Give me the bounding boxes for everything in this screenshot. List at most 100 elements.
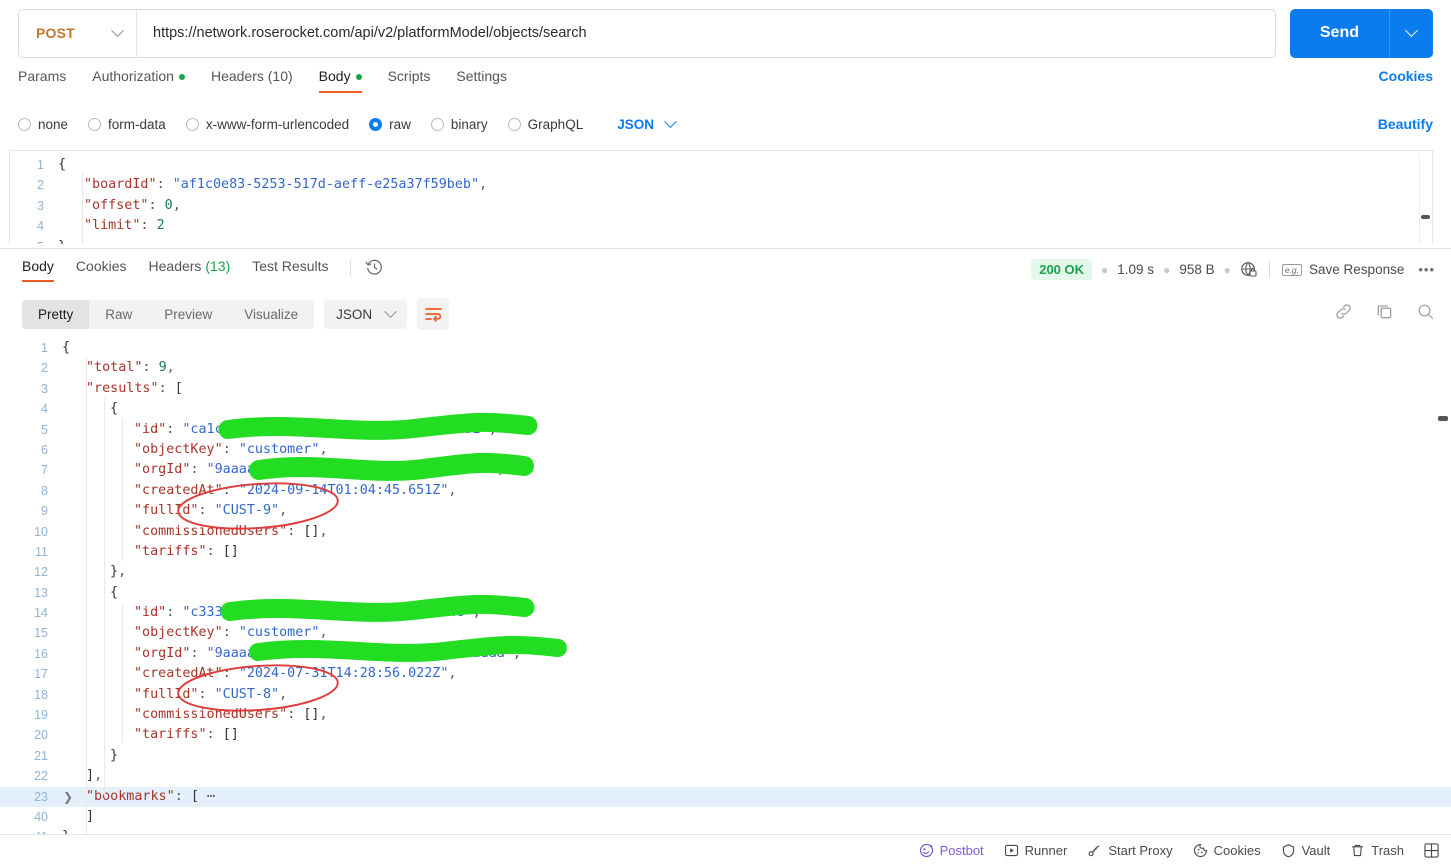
- request-tab-headers[interactable]: Headers (10): [211, 68, 293, 93]
- http-method-dropdown[interactable]: POST: [19, 9, 137, 57]
- code-line[interactable]: 16 "orgId": "9aaaaaaa-aaaa-aaaa-aaaa-aaaa…: [0, 644, 1451, 664]
- radio-icon[interactable]: [18, 117, 31, 131]
- response-tab-test-results[interactable]: Test Results: [252, 258, 328, 282]
- radio-icon[interactable]: [369, 117, 383, 131]
- view-mode-raw[interactable]: Raw: [89, 300, 148, 329]
- code-token: "9aaaaaaa-aaaa-aaaa-aaaa-aaaaaaa7d7": [206, 462, 497, 478]
- code-token: ,: [279, 686, 288, 702]
- response-tab-body[interactable]: Body: [22, 258, 54, 282]
- search-icon[interactable]: [1416, 302, 1435, 324]
- code-line[interactable]: 4{: [0, 399, 1451, 419]
- scrollbar-thumb[interactable]: [1421, 215, 1430, 219]
- code-line[interactable]: 17 "createdAt": "2024-07-31T14:28:56.022Z…: [0, 664, 1451, 684]
- response-tab-cookies[interactable]: Cookies: [76, 258, 127, 282]
- body-type-graphql[interactable]: GraphQL: [507, 117, 583, 132]
- response-body-code[interactable]: 1{2 "total": 9, 3 "results": [4{5 "id": "ca1…: [0, 338, 1451, 834]
- code-line[interactable]: 5}: [10, 237, 1432, 244]
- send-button[interactable]: Send: [1289, 8, 1389, 58]
- code-text: "fullId": "CUST-9",: [62, 501, 287, 521]
- code-token: ,: [319, 625, 328, 641]
- bottom-bar-runner[interactable]: Runner: [1004, 843, 1067, 858]
- request-tab-settings[interactable]: Settings: [456, 68, 507, 93]
- body-type-none[interactable]: none: [18, 117, 68, 132]
- response-scrollbar[interactable]: [1438, 388, 1448, 828]
- radio-icon[interactable]: [185, 117, 199, 131]
- code-line[interactable]: 18 "fullId": "CUST-8",: [0, 685, 1451, 705]
- code-line[interactable]: 1{: [0, 338, 1451, 358]
- body-type-binary[interactable]: binary: [430, 117, 488, 132]
- radio-icon[interactable]: [507, 117, 521, 131]
- link-icon[interactable]: [1334, 302, 1353, 324]
- code-line[interactable]: 5 "id": "ca1c412f-61ac-5c80-a933-89a283af…: [0, 420, 1451, 440]
- body-type-x-www-form-urlencoded[interactable]: x-www-form-urlencoded: [185, 117, 349, 132]
- code-line[interactable]: 3 "results": [: [0, 379, 1451, 399]
- code-line[interactable]: 11 "tariffs": []: [0, 542, 1451, 562]
- request-body-format-dropdown[interactable]: JSON: [617, 114, 677, 132]
- code-line[interactable]: 21}: [0, 746, 1451, 766]
- code-token: ,: [496, 462, 505, 478]
- radio-icon[interactable]: [88, 117, 102, 131]
- scrollbar-thumb[interactable]: [1438, 416, 1448, 421]
- view-mode-visualize[interactable]: Visualize: [228, 300, 314, 329]
- fold-chevron-icon[interactable]: ❯: [63, 790, 73, 804]
- code-token: {: [62, 340, 71, 355]
- view-mode-segmented-control: Pretty Raw Preview Visualize: [22, 299, 315, 329]
- view-mode-pretty[interactable]: Pretty: [22, 299, 90, 329]
- layout-grid-icon[interactable]: [1424, 843, 1439, 858]
- code-line[interactable]: 1{: [10, 155, 1432, 175]
- secure-globe-icon[interactable]: [1240, 261, 1257, 278]
- code-token: :: [287, 523, 304, 539]
- code-line[interactable]: 15 "objectKey": "customer",: [0, 623, 1451, 643]
- wrap-line-button[interactable]: [417, 298, 450, 330]
- code-line[interactable]: 2 "boardId": "af1c0e83-5253-517d-aeff-e25…: [10, 175, 1432, 195]
- bottom-bar-postbot[interactable]: Postbot: [919, 843, 984, 858]
- request-body-editor[interactable]: 1{2 "boardId": "af1c0e83-5253-517d-aeff-e…: [9, 150, 1433, 244]
- request-tab-params[interactable]: Params: [18, 68, 66, 93]
- code-token: :: [174, 788, 191, 804]
- request-cookies-link[interactable]: Cookies: [1379, 68, 1433, 84]
- response-tabs: Body Cookies Headers (13) Test Results: [22, 258, 384, 286]
- code-line[interactable]: 9 "fullId": "CUST-9",: [0, 501, 1451, 521]
- line-number: 4: [41, 402, 48, 417]
- code-line[interactable]: 8 "createdAt": "2024-09-14T01:04:45.651Z"…: [0, 481, 1451, 501]
- code-line[interactable]: 23 ❯ "bookmarks": [ ⋯: [0, 786, 1451, 807]
- code-line[interactable]: 6 "objectKey": "customer",: [0, 440, 1451, 460]
- url-input[interactable]: [137, 9, 1275, 57]
- copy-icon[interactable]: [1375, 302, 1394, 324]
- view-mode-preview[interactable]: Preview: [148, 300, 228, 329]
- bottom-bar-start-proxy[interactable]: Start Proxy: [1087, 843, 1173, 858]
- code-line[interactable]: 10 "commissionedUsers": [],: [0, 522, 1451, 542]
- bottom-bar-cookies[interactable]: Cookies: [1193, 843, 1261, 858]
- code-line[interactable]: 41}: [0, 827, 1451, 834]
- code-line[interactable]: 40]: [0, 807, 1451, 827]
- code-line[interactable]: 13 {: [0, 583, 1451, 603]
- code-line[interactable]: 7 "orgId": "9aaaaaaa-aaaa-aaaa-aaaa-aaaaa…: [0, 460, 1451, 480]
- body-type-raw[interactable]: raw: [369, 117, 411, 132]
- beautify-button[interactable]: Beautify: [1378, 116, 1433, 132]
- request-editor-scrollbar[interactable]: [1419, 153, 1430, 243]
- body-type-form-data[interactable]: form-data: [88, 117, 166, 132]
- send-options-button[interactable]: [1389, 8, 1433, 58]
- code-line[interactable]: 20 "tariffs": []: [0, 725, 1451, 745]
- response-more-options-button[interactable]: •••: [1418, 262, 1435, 277]
- code-line[interactable]: 19 "commissionedUsers": [],: [0, 705, 1451, 725]
- code-line[interactable]: 2 "total": 9,: [0, 358, 1451, 378]
- request-tab-body[interactable]: Body: [318, 68, 362, 93]
- bottom-bar-trash[interactable]: Trash: [1350, 843, 1404, 858]
- request-tab-scripts[interactable]: Scripts: [388, 68, 431, 93]
- history-clock-icon[interactable]: [365, 258, 384, 280]
- request-tab-authorization[interactable]: Authorization: [92, 68, 185, 93]
- code-line[interactable]: 22],: [0, 766, 1451, 786]
- response-format-dropdown[interactable]: JSON: [324, 299, 408, 329]
- meta-dot: ●: [1223, 262, 1231, 277]
- bottom-bar-vault[interactable]: Vault: [1281, 843, 1330, 858]
- code-line[interactable]: 14 "id": "c3333eab-aaaa-4aaa-a9aa-aaa925a…: [0, 603, 1451, 623]
- radio-icon[interactable]: [430, 117, 444, 131]
- vault-icon: [1281, 843, 1296, 858]
- save-response-button[interactable]: e.g. Save Response: [1281, 262, 1404, 277]
- meta-dot: ●: [1163, 262, 1171, 277]
- code-line[interactable]: 3 "offset": 0,: [10, 196, 1432, 216]
- response-tab-headers[interactable]: Headers (13): [149, 258, 231, 282]
- code-line[interactable]: 12},: [0, 562, 1451, 582]
- code-line[interactable]: 4 "limit": 2: [10, 216, 1432, 236]
